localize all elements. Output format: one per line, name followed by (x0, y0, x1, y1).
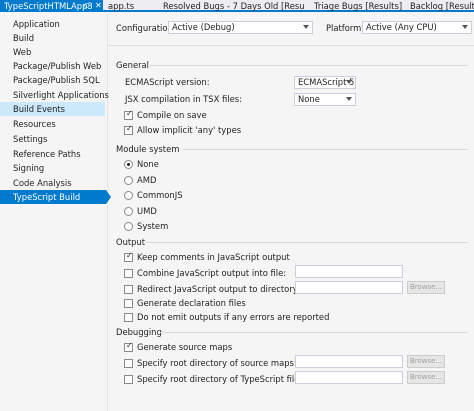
platform-value: Active (Any CPU) (366, 22, 437, 32)
sidebar-item-application[interactable]: Application (0, 17, 105, 31)
module-none-radio[interactable] (124, 160, 133, 169)
source-maps-root-browse-button[interactable]: Browse... (407, 355, 445, 368)
redirect-output-directory-input[interactable] (295, 281, 403, 294)
tab-triage-bugs[interactable]: Triage Bugs [Results] (314, 0, 406, 12)
section-divider (145, 242, 468, 243)
jsx-compilation-dropdown[interactable]: None (294, 93, 356, 106)
specify-typescript-root-label: Specify root directory of TypeScript fil… (137, 374, 307, 384)
specify-typescript-root-checkbox[interactable] (124, 375, 133, 384)
platform-dropdown[interactable]: Active (Any CPU) (362, 21, 472, 34)
sidebar-item-silverlight-applications[interactable]: Silverlight Applications (0, 88, 109, 102)
module-umd-radio[interactable] (124, 207, 133, 216)
sidebar-item-package-publish-web[interactable]: Package/Publish Web (0, 59, 105, 73)
allow-implicit-any-label: Allow implicit 'any' types (137, 125, 242, 135)
pin-icon[interactable]: ⭘ (84, 0, 90, 12)
properties-sidebar: Application Build Web Package/Publish We… (0, 14, 111, 411)
general-section-header: General (116, 60, 150, 70)
specify-source-maps-root-checkbox[interactable] (124, 359, 133, 368)
keep-comments-label: Keep comments in JavaScript output (137, 252, 290, 262)
configuration-label: Configuration: (116, 23, 176, 33)
configuration-dropdown[interactable]: Active (Debug) (168, 21, 313, 34)
module-commonjs-radio[interactable] (124, 191, 133, 200)
chevron-down-icon (303, 25, 309, 29)
module-commonjs-label: CommonJS (137, 190, 183, 200)
radio-selected-dot (127, 163, 130, 166)
checkmark-icon: ✓ (126, 109, 133, 118)
ecmascript-version-label: ECMAScript version: (125, 77, 210, 87)
sidebar-item-resources[interactable]: Resources (0, 117, 105, 131)
specify-source-maps-root-label: Specify root directory of source maps: (137, 358, 297, 368)
sidebar-item-reference-paths[interactable]: Reference Paths (0, 147, 105, 161)
compile-on-save-label: Compile on save (137, 110, 207, 120)
no-emit-on-error-checkbox[interactable] (124, 313, 133, 322)
section-divider (160, 332, 468, 333)
typescript-root-input[interactable] (295, 371, 403, 384)
redirect-output-browse-button[interactable]: Browse... (407, 281, 445, 294)
output-section-header: Output (116, 237, 146, 247)
allow-implicit-any-checkbox[interactable]: ✓ (124, 124, 133, 135)
redirect-output-checkbox[interactable] (124, 285, 133, 294)
debugging-section-header: Debugging (116, 327, 162, 337)
compile-on-save-checkbox[interactable]: ✓ (124, 109, 133, 120)
combine-output-checkbox[interactable] (124, 269, 133, 278)
document-tab-strip: TypeScriptHTMLApp3 ⭘ ✕ app.ts Resolved B… (0, 0, 474, 12)
module-umd-label: UMD (137, 206, 157, 216)
typescript-root-browse-button[interactable]: Browse... (407, 371, 445, 384)
tab-resolved-bugs[interactable]: Resolved Bugs - 7 Days Old [Results] (163, 0, 305, 12)
combine-output-file-input[interactable] (295, 265, 403, 278)
jsx-compilation-value: None (298, 94, 320, 104)
redirect-output-label: Redirect JavaScript output to directory: (137, 284, 300, 294)
generate-source-maps-label: Generate source maps (137, 342, 233, 352)
tab-app-ts[interactable]: app.ts (108, 0, 158, 12)
combine-output-label: Combine JavaScript output into file: (137, 268, 287, 278)
module-system-label: System (137, 221, 169, 231)
module-amd-radio[interactable] (124, 176, 133, 185)
module-system-section-header: Module system (116, 144, 180, 154)
sidebar-item-code-analysis[interactable]: Code Analysis (0, 176, 105, 190)
checkmark-icon: ✓ (126, 251, 133, 260)
sidebar-item-settings[interactable]: Settings (0, 132, 105, 146)
sidebar-item-typescript-build[interactable]: TypeScript Build (0, 190, 111, 204)
configuration-value: Active (Debug) (172, 22, 235, 32)
section-divider (150, 65, 468, 66)
chevron-down-icon (346, 80, 352, 84)
tab-typescripthtmlapp3[interactable]: TypeScriptHTMLApp3 ⭘ ✕ (0, 0, 103, 12)
close-icon[interactable]: ✕ (95, 0, 102, 12)
source-maps-root-input[interactable] (295, 355, 403, 368)
tab-label: TypeScriptHTMLApp3 (4, 1, 93, 11)
generate-declaration-label: Generate declaration files (137, 298, 246, 308)
sidebar-item-build-events[interactable]: Build Events (0, 102, 105, 116)
section-divider (183, 149, 468, 150)
sidebar-item-web[interactable]: Web (0, 45, 105, 59)
jsx-compilation-label: JSX compilation in TSX files: (125, 94, 242, 104)
module-system-radio[interactable] (124, 222, 133, 231)
sidebar-item-package-publish-sql[interactable]: Package/Publish SQL (0, 73, 105, 87)
ecmascript-version-dropdown[interactable]: ECMAScript 5 (294, 76, 356, 89)
checkmark-icon: ✓ (126, 341, 133, 350)
chevron-down-icon (346, 97, 352, 101)
module-amd-label: AMD (137, 175, 157, 185)
chevron-down-icon (462, 25, 468, 29)
module-none-label: None (137, 159, 159, 169)
tab-backlog[interactable]: Backlog [Results] (410, 0, 474, 12)
sidebar-item-signing[interactable]: Signing (0, 161, 105, 175)
keep-comments-checkbox[interactable]: ✓ (124, 251, 133, 262)
no-emit-on-error-label: Do not emit outputs if any errors are re… (137, 312, 330, 322)
generate-declaration-checkbox[interactable] (124, 299, 133, 308)
checkmark-icon: ✓ (126, 124, 133, 133)
generate-source-maps-checkbox[interactable]: ✓ (124, 341, 133, 352)
sidebar-item-build[interactable]: Build (0, 31, 105, 45)
platform-label: Platform: (326, 23, 365, 33)
